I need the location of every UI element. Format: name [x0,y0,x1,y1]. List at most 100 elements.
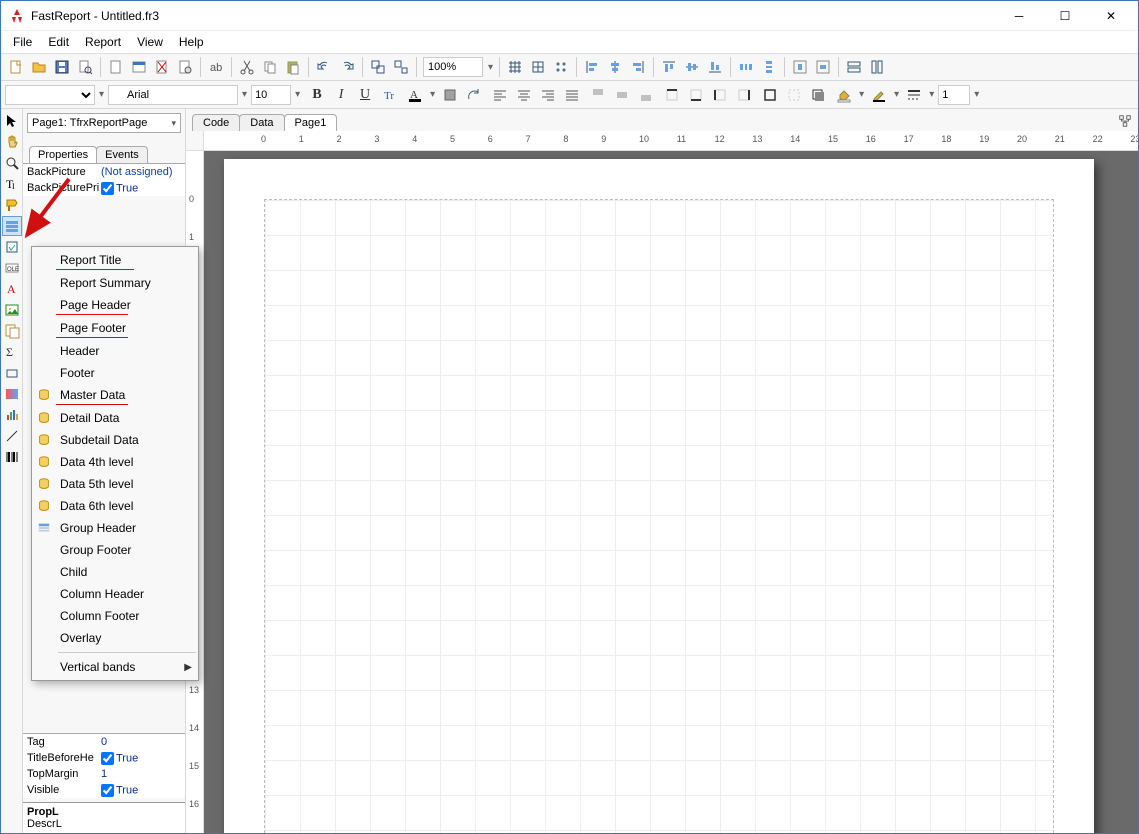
fontsize-combo[interactable] [251,85,291,105]
menu-item-page-footer[interactable]: Page Footer [32,317,198,339]
zoom-dropdown[interactable]: ▾ [486,62,495,73]
select-tool[interactable] [2,111,22,131]
menu-report[interactable]: Report [77,33,129,51]
framewidth-dropdown[interactable]: ▾ [972,89,981,100]
align-middle-v-button[interactable] [681,56,703,78]
zoom-tool[interactable] [2,153,22,173]
frame-bottom-button[interactable] [685,84,707,106]
menu-item-vertical-bands[interactable]: Vertical bands▶ [32,656,198,678]
fontname-combo[interactable] [108,85,238,105]
menu-item-page-header[interactable]: Page Header [32,294,198,316]
sysmemo-tool[interactable]: Σ [2,342,22,362]
preview-button[interactable] [74,56,96,78]
space-v-button[interactable] [758,56,780,78]
paste-button[interactable] [282,56,304,78]
line-tool[interactable] [2,426,22,446]
prop-row[interactable]: BackPicture(Not assigned) [23,164,185,180]
framewidth-combo[interactable] [938,85,970,105]
variables-button[interactable]: ab [205,56,227,78]
save-button[interactable] [51,56,73,78]
menu-item-subdetail-data[interactable]: Subdetail Data [32,429,198,451]
menu-item-detail-data[interactable]: Detail Data [32,407,198,429]
tab-properties[interactable]: Properties [29,146,97,163]
insert-band-tool[interactable] [2,216,22,236]
align-top-button[interactable] [658,56,680,78]
frame-top-button[interactable] [661,84,683,106]
menu-item-group-footer[interactable]: Group Footer [32,539,198,561]
object-combo[interactable]: Page1: TfrxReportPage▾ [27,113,181,133]
menu-item-report-summary[interactable]: Report Summary [32,272,198,294]
fontsize-dropdown-icon[interactable]: ▾ [293,89,302,100]
font-settings-button[interactable]: Tr [380,84,402,106]
align-right-button[interactable] [627,56,649,78]
menu-help[interactable]: Help [171,33,212,51]
align-center-h-button[interactable] [604,56,626,78]
design-canvas[interactable] [204,151,1138,833]
subreport-tool[interactable] [2,321,22,341]
frame-shadow-button[interactable] [807,84,829,106]
align-left-button[interactable] [581,56,603,78]
menu-item-footer[interactable]: Footer [32,362,198,384]
report-tree-button[interactable] [1118,114,1132,131]
halign-left-button[interactable] [489,84,511,106]
halign-block-button[interactable] [561,84,583,106]
menu-item-data-4th-level[interactable]: Data 4th level [32,451,198,473]
undo-button[interactable] [313,56,335,78]
redo-button[interactable] [336,56,358,78]
group-button[interactable] [367,56,389,78]
fontcolor-button[interactable]: A [404,84,426,106]
halign-right-button[interactable] [537,84,559,106]
prop-row[interactable]: TitleBeforeHeTrue [23,750,185,766]
valign-top-button[interactable] [587,84,609,106]
open-button[interactable] [28,56,50,78]
snapgrid-button[interactable] [527,56,549,78]
showgrid-button[interactable] [504,56,526,78]
underline-button[interactable]: U [354,84,376,106]
fittogrid-button[interactable] [550,56,572,78]
prop-row[interactable]: BackPicturePriTrue [23,180,185,196]
italic-button[interactable]: I [330,84,352,106]
style-combo[interactable] [5,85,95,105]
tab-data[interactable]: Data [239,114,284,131]
gradient-tool[interactable] [2,384,22,404]
center-v-button[interactable] [812,56,834,78]
rotation-button[interactable] [463,84,485,106]
fontcolor-dropdown[interactable]: ▾ [428,89,437,100]
menu-item-column-footer[interactable]: Column Footer [32,605,198,627]
menu-item-overlay[interactable]: Overlay [32,627,198,649]
menu-edit[interactable]: Edit [40,33,77,51]
checkbox-tool[interactable] [2,237,22,257]
frame-right-button[interactable] [733,84,755,106]
bold-button[interactable]: B [306,84,328,106]
copy-button[interactable] [259,56,281,78]
halign-center-button[interactable] [513,84,535,106]
richtext-tool[interactable]: A [2,279,22,299]
menu-item-header[interactable]: Header [32,340,198,362]
valign-bottom-button[interactable] [635,84,657,106]
menu-item-data-6th-level[interactable]: Data 6th level [32,495,198,517]
report-page[interactable] [224,159,1094,833]
frame-all-button[interactable] [759,84,781,106]
center-h-button[interactable] [789,56,811,78]
zoom-input[interactable] [423,57,483,77]
valign-middle-button[interactable] [611,84,633,106]
chart-tool[interactable] [2,405,22,425]
cut-button[interactable] [236,56,258,78]
align-bottom-button[interactable] [704,56,726,78]
menu-view[interactable]: View [129,33,171,51]
framecolor-button[interactable] [868,84,890,106]
prop-row[interactable]: VisibleTrue [23,782,185,798]
menu-item-group-header[interactable]: Group Header [32,517,198,539]
fillcolor-dropdown[interactable]: ▾ [857,89,866,100]
horizontal-ruler[interactable]: 0123456789101112131415161718192021222324… [204,131,1138,150]
same-height-button[interactable] [866,56,888,78]
barcode-tool[interactable] [2,447,22,467]
frame-none-button[interactable] [783,84,805,106]
same-width-button[interactable] [843,56,865,78]
framecolor-dropdown[interactable]: ▾ [892,89,901,100]
maximize-button[interactable]: ☐ [1042,1,1088,31]
framestyle-dropdown[interactable]: ▾ [927,89,936,100]
close-button[interactable]: ✕ [1088,1,1134,31]
fillcolor-button[interactable] [833,84,855,106]
menu-item-data-5th-level[interactable]: Data 5th level [32,473,198,495]
